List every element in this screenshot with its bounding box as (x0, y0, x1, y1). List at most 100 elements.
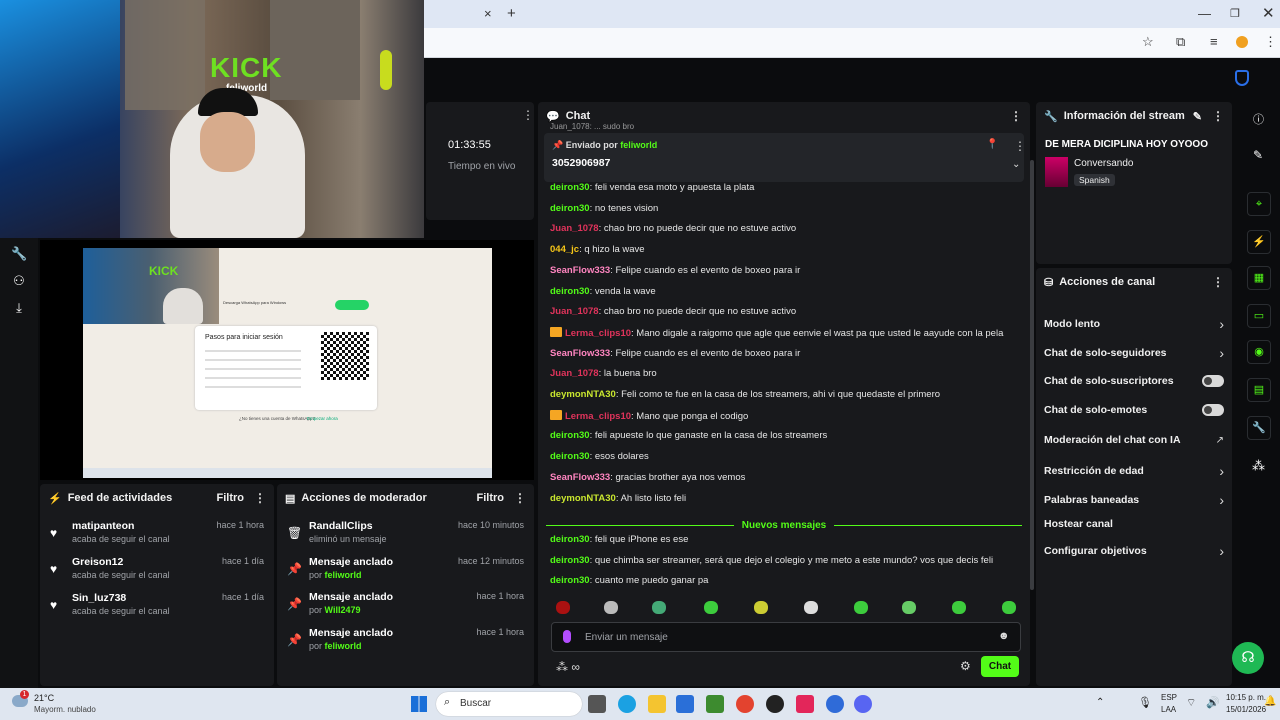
lightning-icon[interactable]: ⚡ (1247, 230, 1271, 254)
chat-username[interactable]: Juan_1078 (550, 368, 599, 379)
stream-category[interactable]: Conversando (1074, 158, 1133, 169)
mod-action-name[interactable]: Mensaje anclado (309, 556, 393, 568)
start-icon[interactable] (411, 696, 427, 712)
users-icon[interactable]: ⚇ (11, 273, 27, 289)
tiktok-icon[interactable] (796, 695, 814, 713)
channel-actions-menu-icon[interactable]: ⋮ (1212, 275, 1224, 289)
mod-action-user[interactable]: feliworld (325, 641, 362, 651)
channel-action-item[interactable]: Chat de solo-suscriptores (1044, 375, 1224, 387)
channel-action-item[interactable]: Palabras baneadas › (1044, 492, 1224, 508)
edge-icon[interactable] (618, 695, 636, 713)
tool-icon[interactable]: 🔧 (1247, 416, 1271, 440)
mod-action-name[interactable]: RandallClips (309, 520, 373, 532)
wa-start-link[interactable]: Empezar ahora (307, 416, 338, 421)
chat-icon[interactable]: ▭ (1247, 304, 1271, 328)
chat-username[interactable]: deymonNTA30 (550, 389, 616, 400)
emote-10[interactable] (1002, 601, 1016, 614)
store-icon[interactable] (676, 695, 694, 713)
channel-action-item[interactable]: Chat de solo-seguidores › (1044, 345, 1224, 361)
stats-menu-icon[interactable]: ⋮ (522, 108, 534, 122)
chat-username[interactable]: deiron30 (550, 286, 590, 297)
channel-action-item[interactable]: Configurar objetivos › (1044, 543, 1224, 559)
activity-username[interactable]: Sin_luz738 (72, 592, 126, 604)
chat-username[interactable]: SeanFlow333 (550, 348, 610, 359)
close-tab-icon[interactable]: × (484, 0, 492, 28)
mod-action-user[interactable]: feliworld (325, 570, 362, 580)
chat-username[interactable]: Lerma_clips10 (565, 411, 631, 422)
obs-icon[interactable] (766, 695, 784, 713)
chat-username[interactable]: deymonNTA30 (550, 493, 616, 504)
emote-1[interactable] (556, 601, 570, 614)
notification-icon[interactable]: 🔔 (1264, 696, 1276, 707)
chat-username[interactable]: SeanFlow333 (550, 265, 610, 276)
minimize-icon[interactable]: — (1198, 0, 1211, 28)
chrome-icon[interactable] (736, 695, 754, 713)
chat-username[interactable]: deiron30 (550, 451, 590, 462)
new-tab-icon[interactable]: + (507, 0, 516, 28)
send-chat-button[interactable]: Chat (981, 656, 1019, 677)
dots-icon[interactable]: ⁂ (1252, 458, 1265, 474)
activity-filter-button[interactable]: Filtro (217, 492, 245, 504)
chevron-down-icon[interactable]: ⌄ (1012, 159, 1020, 170)
channel-action-item[interactable]: Moderación del chat con IA ↗ (1044, 434, 1224, 446)
maximize-icon[interactable]: ❐ (1230, 0, 1240, 28)
download-icon[interactable]: ⤓ (11, 300, 27, 316)
settings-gear-icon[interactable]: ⚙ (960, 659, 971, 673)
toggle-switch[interactable] (1202, 404, 1224, 416)
chat-username[interactable]: deiron30 (550, 555, 590, 566)
close-window-icon[interactable]: ✕ (1262, 0, 1275, 28)
stream-info-menu-icon[interactable]: ⋮ (1212, 109, 1224, 123)
mod-action-user[interactable]: Will2479 (325, 605, 361, 615)
mod-filter-button[interactable]: Filtro (477, 492, 505, 504)
taskbar-search[interactable]: ⌕ Buscar (436, 692, 582, 716)
discord-icon[interactable] (854, 695, 872, 713)
help-chat-icon[interactable]: ☊ (1232, 642, 1264, 674)
pinned-menu-icon[interactable]: ⋮ (1014, 139, 1026, 153)
wifi-icon[interactable]: ⌔ (1186, 696, 1196, 710)
chat-username[interactable]: SeanFlow333 (550, 472, 610, 483)
activity-username[interactable]: Greison12 (72, 556, 123, 568)
chat-username[interactable]: Juan_1078 (550, 223, 599, 234)
emoji-icon[interactable]: ☻ (998, 630, 1010, 642)
extensions-icon[interactable]: ⧉ (1176, 28, 1185, 56)
mod-menu-icon[interactable]: ⋮ (514, 491, 526, 505)
emote-7[interactable] (854, 601, 868, 614)
emote-4[interactable] (704, 601, 718, 614)
chat-input[interactable]: Enviar un mensaje ☻ (551, 622, 1021, 652)
channel-action-item[interactable]: Restricción de edad › (1044, 463, 1224, 479)
points-icon[interactable]: ⁂ ∞ (556, 660, 580, 674)
emote-9[interactable] (952, 601, 966, 614)
volume-icon[interactable]: 🔊 (1206, 696, 1220, 709)
clock-time[interactable]: 10:15 p. m. (1226, 693, 1266, 702)
wa-download-button[interactable] (335, 300, 369, 310)
chat-username[interactable]: deiron30 (550, 182, 590, 193)
channel-action-item[interactable]: Modo lento › (1044, 316, 1224, 332)
mod-action-name[interactable]: Mensaje anclado (309, 591, 393, 603)
edit-icon[interactable]: ✎ (1193, 110, 1202, 123)
app-icon-blue[interactable] (826, 695, 844, 713)
emote-3[interactable] (652, 601, 666, 614)
focus-icon[interactable]: ⌖ (1247, 192, 1271, 216)
activity-username[interactable]: matipanteon (72, 520, 134, 532)
app-icon-terminal[interactable] (588, 695, 606, 713)
shield-icon[interactable] (1235, 70, 1249, 86)
pencil-icon[interactable]: ✎ (1253, 148, 1263, 162)
toggle-switch[interactable] (1202, 375, 1224, 387)
document-icon[interactable]: ▦ (1247, 266, 1271, 290)
profile-icon[interactable] (1236, 36, 1248, 48)
activity-menu-icon[interactable]: ⋮ (254, 491, 266, 505)
chat-scrollbar[interactable] (1030, 160, 1034, 590)
menu-icon[interactable]: ⋮ (1264, 28, 1277, 56)
explorer-icon[interactable] (648, 695, 666, 713)
lang-region[interactable]: LAA (1161, 705, 1176, 714)
minecraft-icon[interactable] (706, 695, 724, 713)
media-icon[interactable]: ≡ (1210, 28, 1218, 56)
lang-code[interactable]: ESP (1161, 693, 1177, 702)
channel-action-item[interactable]: Chat de solo-emotes (1044, 404, 1224, 416)
tray-chevron-icon[interactable]: ⌃ (1096, 697, 1104, 708)
info-icon[interactable]: ⓘ (1253, 111, 1264, 127)
chat-username[interactable]: deiron30 (550, 575, 590, 586)
layout-icon[interactable]: ▤ (1247, 378, 1271, 402)
clock-date[interactable]: 15/01/2026 (1226, 705, 1266, 714)
chat-username[interactable]: deiron30 (550, 203, 590, 214)
